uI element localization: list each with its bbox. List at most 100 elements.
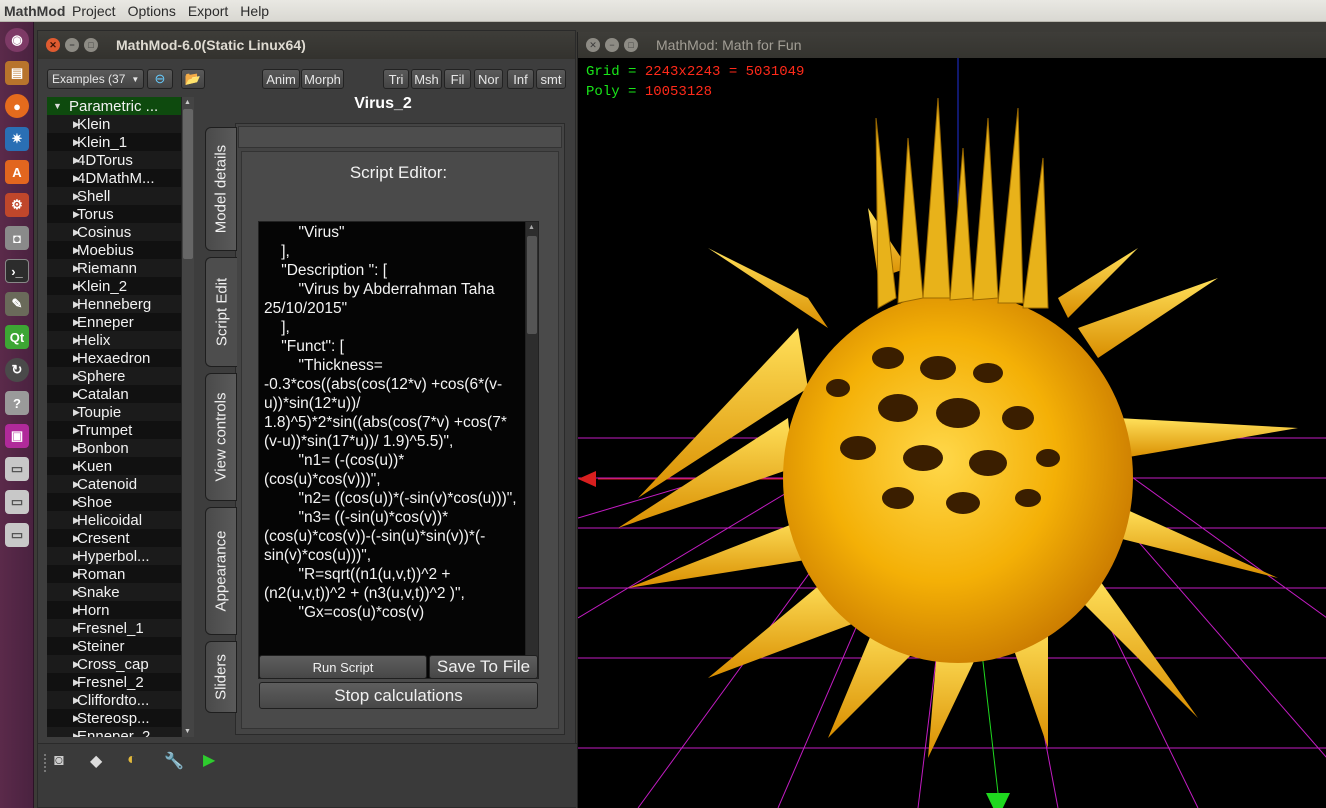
tree-item[interactable]: ▶ Cliffordto... bbox=[47, 691, 181, 709]
unknown-app-icon[interactable]: ? bbox=[5, 391, 29, 415]
tree-item[interactable]: ▶ Kuen bbox=[47, 457, 181, 475]
scroll-up-icon[interactable]: ▲ bbox=[184, 99, 191, 106]
drive-icon-3[interactable]: ▭ bbox=[5, 523, 29, 547]
maximize-icon[interactable]: □ bbox=[84, 38, 98, 52]
3d-viewport[interactable]: Y bbox=[578, 58, 1326, 808]
files-icon[interactable]: ▤ bbox=[5, 61, 29, 85]
menu-export[interactable]: Export bbox=[182, 3, 234, 19]
tree-item[interactable]: ▶ Moebius bbox=[47, 241, 181, 259]
tree-scrollbar[interactable]: ▲ ▼ bbox=[181, 97, 194, 737]
tree-item[interactable]: ▶ Enneper_2 bbox=[47, 727, 181, 737]
tree-scroll-thumb[interactable] bbox=[183, 109, 193, 259]
close-icon[interactable]: ✕ bbox=[586, 38, 600, 52]
tree-item[interactable]: ▶ Stereosp... bbox=[47, 709, 181, 727]
tree-item[interactable]: ▶ Helix bbox=[47, 331, 181, 349]
tree-item[interactable]: ▶ Cresent bbox=[47, 529, 181, 547]
paint-icon[interactable]: ◐ bbox=[127, 751, 137, 769]
maximize-icon[interactable]: □ bbox=[624, 38, 638, 52]
stop-calculations-button[interactable]: Stop calculations bbox=[259, 682, 538, 709]
tree-item[interactable]: ▶ Horn bbox=[47, 601, 181, 619]
tab-script-edit[interactable]: Script Edit bbox=[205, 257, 237, 367]
examples-combo[interactable]: Examples (37 ▼ bbox=[47, 69, 144, 89]
expand-right-icon: ▶ bbox=[73, 262, 80, 273]
tree-item[interactable]: ▶ Roman bbox=[47, 565, 181, 583]
tree-item[interactable]: ▶ Fresnel_2 bbox=[47, 673, 181, 691]
tree-item[interactable]: ▶ Torus bbox=[47, 205, 181, 223]
minimize-icon[interactable]: − bbox=[605, 38, 619, 52]
tab-model-details[interactable]: Model details bbox=[205, 127, 237, 251]
settings-icon[interactable]: ⚙ bbox=[5, 193, 29, 217]
tree-item[interactable]: ▶ Klein bbox=[47, 115, 181, 133]
eraser-icon[interactable]: ◆ bbox=[90, 751, 102, 771]
qt-creator-icon[interactable]: Qt bbox=[5, 325, 29, 349]
smt-button[interactable]: smt bbox=[536, 69, 566, 89]
anim-button[interactable]: Anim bbox=[262, 69, 300, 89]
tree-item[interactable]: ▶ Fresnel_1 bbox=[47, 619, 181, 637]
tree-item[interactable]: ▶ Sphere bbox=[47, 367, 181, 385]
screenshot-icon[interactable]: ▣ bbox=[5, 424, 29, 448]
tri-button[interactable]: Tri bbox=[383, 69, 409, 89]
tree-item[interactable]: ▶ Cross_cap bbox=[47, 655, 181, 673]
tree-item[interactable]: ▶ Steiner bbox=[47, 637, 181, 655]
menu-options[interactable]: Options bbox=[122, 3, 182, 19]
surface-crown bbox=[875, 97, 1049, 309]
network-icon[interactable]: ✷ bbox=[5, 127, 29, 151]
tree-item[interactable]: ▶ Catalan bbox=[47, 385, 181, 403]
wrench-icon[interactable]: 🔧 bbox=[164, 751, 184, 771]
inf-button[interactable]: Inf bbox=[507, 69, 534, 89]
tree-item[interactable]: ▶ Helicoidal bbox=[47, 511, 181, 529]
tree-item[interactable]: ▶ Hyperbol... bbox=[47, 547, 181, 565]
scroll-down-icon[interactable]: ▼ bbox=[184, 728, 191, 735]
minimize-icon[interactable]: − bbox=[65, 38, 79, 52]
editor-scrollbar[interactable]: ▲ ▼ bbox=[525, 221, 539, 679]
tree-item[interactable]: ▶ Riemann bbox=[47, 259, 181, 277]
scroll-up-icon[interactable]: ▲ bbox=[528, 224, 535, 231]
tree-item[interactable]: ▶ Catenoid bbox=[47, 475, 181, 493]
editor-scroll-thumb[interactable] bbox=[527, 236, 537, 334]
expand-right-icon: ▶ bbox=[73, 514, 80, 525]
tree-item[interactable]: ▶ Klein_1 bbox=[47, 133, 181, 151]
tree-root-parametric[interactable]: ▼ Parametric ... bbox=[47, 97, 181, 115]
camera-icon[interactable]: ◘ bbox=[5, 226, 29, 250]
drive-icon[interactable]: ▭ bbox=[5, 457, 29, 481]
tree-item[interactable]: ▶ Shoe bbox=[47, 493, 181, 511]
run-script-button[interactable]: Run Script bbox=[259, 655, 427, 679]
tree-item[interactable]: ▶ Trumpet bbox=[47, 421, 181, 439]
morph-button[interactable]: Morph bbox=[301, 69, 344, 89]
tab-view-controls[interactable]: View controls bbox=[205, 373, 237, 501]
nor-button[interactable]: Nor bbox=[474, 69, 503, 89]
close-icon[interactable]: ✕ bbox=[46, 38, 60, 52]
camera-icon[interactable]: ◙ bbox=[54, 752, 64, 770]
ubuntu-dash-icon[interactable]: ◉ bbox=[5, 28, 29, 52]
terminal-icon[interactable]: ›_ bbox=[5, 259, 29, 283]
gimp-icon[interactable]: ✎ bbox=[5, 292, 29, 316]
tree-item[interactable]: ▶ Snake bbox=[47, 583, 181, 601]
menu-project[interactable]: Project bbox=[66, 3, 122, 19]
fil-button[interactable]: Fil bbox=[444, 69, 471, 89]
drive-icon-2[interactable]: ▭ bbox=[5, 490, 29, 514]
zoom-out-button[interactable]: ⊖ bbox=[147, 69, 173, 89]
firefox-icon[interactable]: ● bbox=[5, 94, 29, 118]
tree-item[interactable]: ▶ Henneberg bbox=[47, 295, 181, 313]
updater-icon[interactable]: ↻ bbox=[5, 358, 29, 382]
play-icon[interactable]: ▶ bbox=[203, 750, 215, 770]
tab-appearance[interactable]: Appearance bbox=[205, 507, 237, 635]
menu-help[interactable]: Help bbox=[234, 3, 275, 19]
open-folder-button[interactable]: 📂 bbox=[181, 69, 205, 89]
toolbar-grip[interactable] bbox=[44, 754, 48, 772]
tree-item-label: Fresnel_1 bbox=[77, 619, 144, 637]
tree-item[interactable]: ▶ Hexaedron bbox=[47, 349, 181, 367]
tree-item[interactable]: ▶ Klein_2 bbox=[47, 277, 181, 295]
script-editor-textarea[interactable]: "Virus" ], "Description ": [ "Virus by A… bbox=[258, 221, 526, 679]
tree-item[interactable]: ▶ Bonbon bbox=[47, 439, 181, 457]
tree-item[interactable]: ▶ 4DTorus bbox=[47, 151, 181, 169]
tree-item[interactable]: ▶ Shell bbox=[47, 187, 181, 205]
save-to-file-button[interactable]: Save To File bbox=[429, 655, 538, 679]
tab-sliders[interactable]: Sliders bbox=[205, 641, 237, 713]
software-center-icon[interactable]: A bbox=[5, 160, 29, 184]
tree-item[interactable]: ▶ Enneper bbox=[47, 313, 181, 331]
tree-item[interactable]: ▶ Cosinus bbox=[47, 223, 181, 241]
tree-item[interactable]: ▶ Toupie bbox=[47, 403, 181, 421]
msh-button[interactable]: Msh bbox=[411, 69, 442, 89]
tree-item[interactable]: ▶ 4DMathM... bbox=[47, 169, 181, 187]
